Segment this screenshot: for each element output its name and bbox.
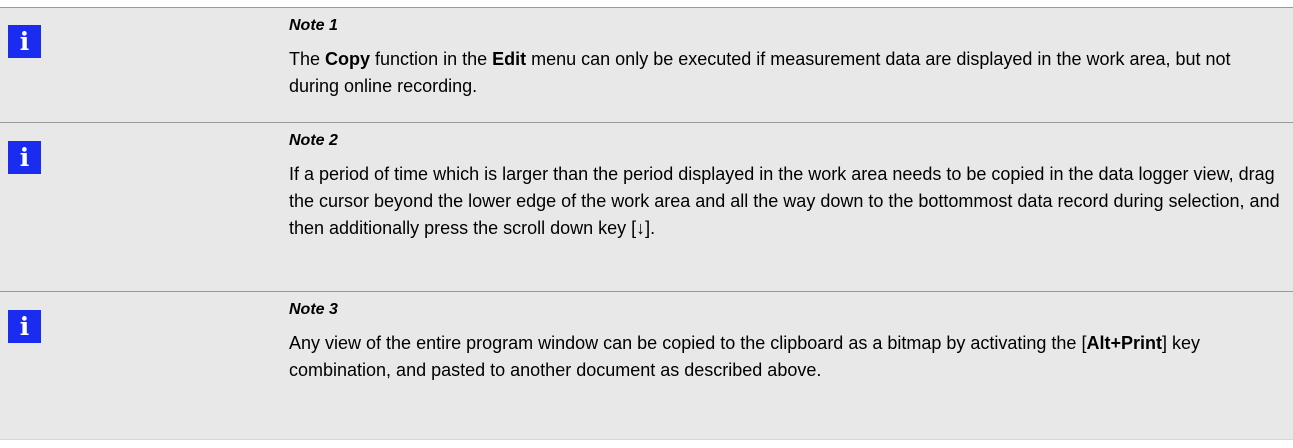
- menu-name: Edit: [492, 49, 527, 69]
- note-2: i Note 2 If a period of time which is la…: [0, 122, 1293, 291]
- note-text-part: The: [289, 49, 326, 69]
- note-1: i Note 1 The Copy function in the Edit m…: [0, 7, 1293, 122]
- note-3: i Note 3 Any view of the entire program …: [0, 291, 1293, 440]
- note-body: Note 3 Any view of the entire program wi…: [289, 300, 1283, 384]
- info-icon: i: [8, 310, 41, 343]
- note-body: Note 1 The Copy function in the Edit men…: [289, 16, 1283, 100]
- notes-list: i Note 1 The Copy function in the Edit m…: [0, 7, 1293, 440]
- note-text: Any view of the entire program window ca…: [289, 330, 1283, 384]
- note-title: Note 3: [289, 301, 338, 318]
- note-text: If a period of time which is larger than…: [289, 164, 1280, 238]
- note-text-part: function in the: [370, 49, 493, 69]
- note-body: Note 2 If a period of time which is larg…: [289, 131, 1283, 242]
- note-text-part: Any view of the entire program window ca…: [289, 333, 1087, 353]
- key-combination: Alt+Print: [1086, 333, 1162, 353]
- note-title: Note 2: [289, 132, 338, 149]
- note-text: The Copy function in the Edit menu can o…: [289, 46, 1283, 100]
- note-title: Note 1: [289, 17, 338, 34]
- info-icon: i: [8, 141, 41, 174]
- info-icon: i: [8, 25, 41, 58]
- menu-function-name: Copy: [325, 49, 371, 69]
